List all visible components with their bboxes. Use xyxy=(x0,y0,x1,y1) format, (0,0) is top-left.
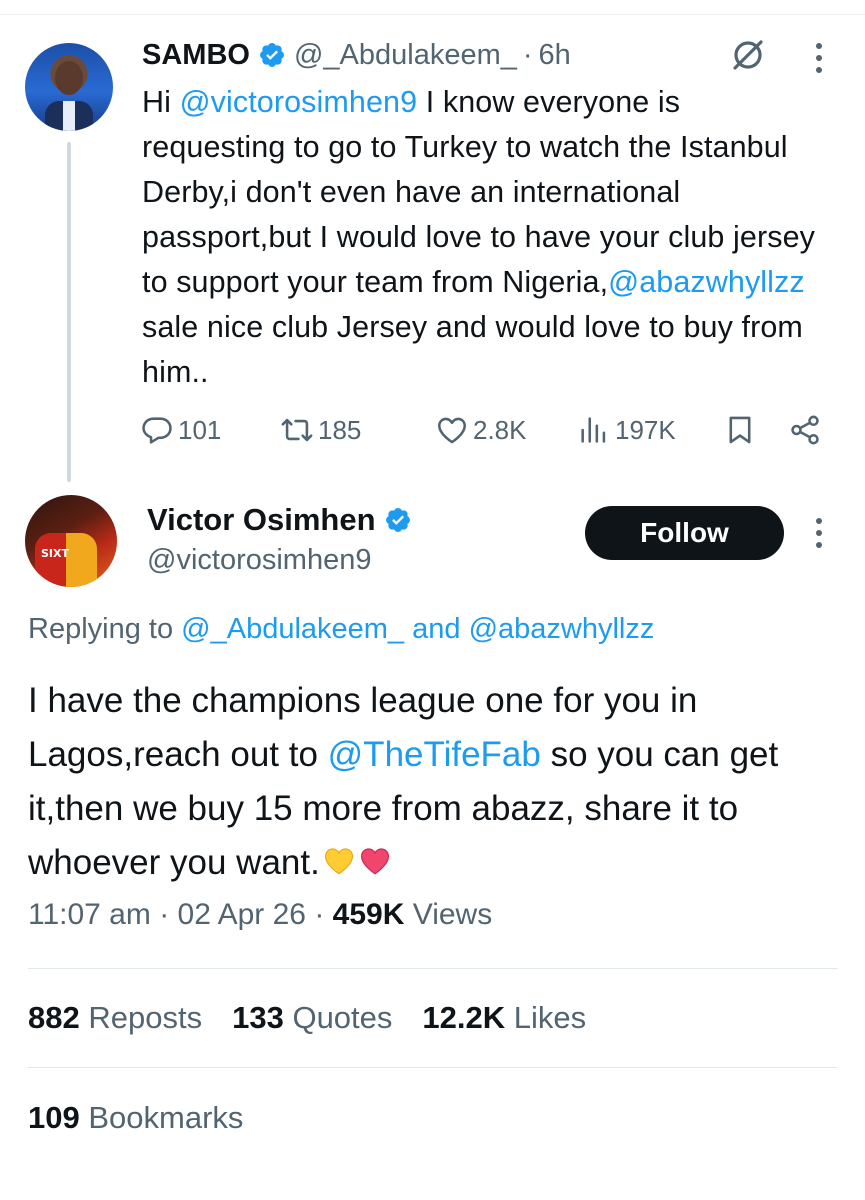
likes-stat[interactable]: 12.2K Likes xyxy=(422,1000,586,1036)
avatar-victor-osimhen[interactable]: SIXT xyxy=(25,495,117,587)
divider xyxy=(28,968,838,969)
share-button[interactable] xyxy=(788,408,826,452)
parent-author-handle[interactable]: @_Abdulakeem_ xyxy=(294,39,517,72)
reply-button[interactable]: 101 xyxy=(140,408,221,452)
divider xyxy=(28,1067,838,1068)
verified-badge-icon xyxy=(259,43,284,67)
top-divider xyxy=(0,14,865,15)
replying-to: Replying to @_Abdulakeem_ and @abazwhyll… xyxy=(28,613,655,645)
share-icon xyxy=(791,415,819,445)
replying-to-link[interactable]: @_Abdulakeem_ xyxy=(181,613,404,645)
mention-link[interactable]: @TheTifeFab xyxy=(328,735,541,774)
mention-link[interactable]: @abazwhyllzz xyxy=(608,265,805,299)
like-button[interactable]: 2.8K xyxy=(435,408,527,452)
reply-count: 101 xyxy=(178,414,222,445)
follow-button[interactable]: Follow xyxy=(585,506,784,560)
parent-tweet-text: Hi @victorosimhen9 I know everyone is re… xyxy=(142,85,815,389)
tweet-date[interactable]: 02 Apr 26 xyxy=(178,898,306,931)
main-tweet-text: I have the champions league one for you … xyxy=(28,681,779,882)
engagement-stats: 882 Reposts 133 Quotes 12.2K Likes xyxy=(28,1000,616,1036)
quotes-stat[interactable]: 133 Quotes xyxy=(232,1000,392,1036)
parent-tweet-header: SAMBO @_Abdulakeem_ · 6h xyxy=(142,36,571,74)
pink-heart-icon xyxy=(360,848,389,875)
separator-dot: · xyxy=(522,38,533,71)
repost-button[interactable]: 185 xyxy=(280,408,361,452)
grok-icon[interactable] xyxy=(730,37,766,73)
like-count: 2.8K xyxy=(473,414,527,445)
repost-count: 185 xyxy=(318,414,362,445)
more-icon[interactable] xyxy=(812,515,826,551)
yellow-heart-icon xyxy=(324,848,353,875)
reposts-stat[interactable]: 882 Reposts xyxy=(28,1000,202,1036)
views-button[interactable]: 197K xyxy=(577,408,676,452)
views-icon xyxy=(581,417,606,443)
parent-tweet-actions: 101 185 2.8K 197K xyxy=(140,408,830,452)
bookmarks-stat[interactable]: 109 Bookmarks xyxy=(28,1100,243,1136)
parent-author-name[interactable]: SAMBO xyxy=(142,39,250,72)
bookmark-icon xyxy=(729,416,751,444)
views-total: 459K xyxy=(332,898,405,931)
repost-icon xyxy=(281,418,313,442)
verified-badge-icon xyxy=(385,508,410,532)
bookmark-button[interactable] xyxy=(723,408,761,452)
avatar-sambo[interactable] xyxy=(25,43,113,131)
reply-icon xyxy=(142,417,172,444)
jersey-sponsor-logo: SIXT xyxy=(41,547,69,560)
thread-line xyxy=(67,142,71,482)
main-author-name[interactable]: Victor Osimhen xyxy=(147,502,376,538)
views-label: Views xyxy=(412,898,493,931)
replying-to-link[interactable]: @abazwhyllzz xyxy=(469,613,655,645)
views-count: 197K xyxy=(615,414,676,445)
parent-tweet-time[interactable]: 6h xyxy=(539,39,571,72)
like-icon xyxy=(437,417,467,444)
tweet-timestamp: 11:07 am · 02 Apr 26 · 459K Views xyxy=(28,898,493,931)
more-icon[interactable] xyxy=(812,40,826,76)
tweet-time[interactable]: 11:07 am xyxy=(28,898,151,931)
main-author-name-row: Victor Osimhen xyxy=(147,502,420,538)
main-author-handle[interactable]: @victorosimhen9 xyxy=(147,544,371,577)
mention-link[interactable]: @victorosimhen9 xyxy=(180,85,418,119)
